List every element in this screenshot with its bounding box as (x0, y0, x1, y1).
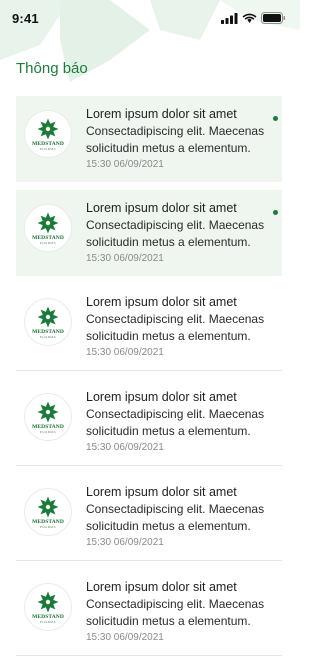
notification-title: Lorem ipsum dolor sit amet (86, 390, 237, 404)
brand-logo-avatar: MEDSTAND PHARMA (24, 298, 72, 346)
notification-item[interactable]: MEDSTAND PHARMA Lorem ipsum dolor sit am… (16, 569, 282, 656)
notification-body: Consectadipiscing elit. Maecenas solicit… (86, 312, 265, 343)
brand-sub: PHARMA (39, 619, 57, 624)
notification-item[interactable]: MEDSTAND PHARMA Lorem ipsum dolor sit am… (16, 379, 282, 466)
notification-content: Lorem ipsum dolor sit amet Consectadipis… (86, 200, 274, 266)
notification-title: Lorem ipsum dolor sit amet (86, 580, 237, 594)
notification-body: Consectadipiscing elit. Maecenas solicit… (86, 124, 265, 155)
notification-body: Consectadipiscing elit. Maecenas solicit… (86, 597, 265, 628)
notification-time: 15:30 06/09/2021 (86, 442, 164, 453)
notification-item[interactable]: MEDSTAND PHARMA Lorem ipsum dolor sit am… (16, 474, 282, 561)
brand-logo-avatar: MEDSTAND PHARMA (24, 110, 72, 158)
notification-body: Consectadipiscing elit. Maecenas solicit… (86, 218, 265, 249)
notification-title: Lorem ipsum dolor sit amet (86, 201, 237, 215)
wifi-icon (242, 13, 257, 23)
status-time: 9:41 (12, 10, 39, 26)
medstand-logo-icon (37, 591, 59, 612)
notification-body: Consectadipiscing elit. Maecenas solicit… (86, 502, 265, 533)
status-icons (221, 12, 286, 24)
notification-list[interactable]: MEDSTAND PHARMA Lorem ipsum dolor sit am… (16, 96, 282, 656)
notification-time: 15:30 06/09/2021 (86, 253, 164, 264)
notification-time: 15:30 06/09/2021 (86, 537, 164, 548)
unread-indicator-dot (273, 210, 278, 215)
notification-title: Lorem ipsum dolor sit amet (86, 485, 237, 499)
notification-item[interactable]: MEDSTAND PHARMA Lorem ipsum dolor sit am… (16, 96, 282, 182)
brand-sub: PHARMA (39, 240, 57, 245)
brand-logo-avatar: MEDSTAND PHARMA (24, 488, 72, 536)
notification-body: Consectadipiscing elit. Maecenas solicit… (86, 407, 265, 438)
brand-sub: PHARMA (39, 524, 57, 529)
status-bar: 9:41 (0, 0, 300, 36)
notification-content: Lorem ipsum dolor sit amet Consectadipis… (86, 389, 274, 455)
notification-title: Lorem ipsum dolor sit amet (86, 107, 237, 121)
brand-sub: PHARMA (39, 429, 57, 434)
notification-content: Lorem ipsum dolor sit amet Consectadipis… (86, 484, 274, 550)
notification-title: Lorem ipsum dolor sit amet (86, 295, 237, 309)
signal-icon (221, 12, 238, 24)
brand-logo-avatar: MEDSTAND PHARMA (24, 393, 72, 441)
notification-time: 15:30 06/09/2021 (86, 159, 164, 170)
brand-sub: PHARMA (39, 146, 57, 151)
medstand-logo-icon (37, 496, 59, 517)
unread-indicator-dot (273, 116, 278, 121)
notification-content: Lorem ipsum dolor sit amet Consectadipis… (86, 579, 274, 645)
notification-time: 15:30 06/09/2021 (86, 347, 164, 358)
page-title: Thông báo (16, 60, 88, 77)
brand-logo-avatar: MEDSTAND PHARMA (24, 583, 72, 631)
notification-item[interactable]: MEDSTAND PHARMA Lorem ipsum dolor sit am… (16, 190, 282, 276)
medstand-logo-icon (37, 212, 59, 233)
medstand-logo-icon (37, 306, 59, 327)
notification-time: 15:30 06/09/2021 (86, 632, 164, 643)
medstand-logo-icon (37, 118, 59, 139)
medstand-logo-icon (37, 401, 59, 422)
notification-content: Lorem ipsum dolor sit amet Consectadipis… (86, 106, 274, 172)
notification-content: Lorem ipsum dolor sit amet Consectadipis… (86, 294, 274, 360)
notification-item[interactable]: MEDSTAND PHARMA Lorem ipsum dolor sit am… (16, 284, 282, 371)
brand-logo-avatar: MEDSTAND PHARMA (24, 204, 72, 252)
battery-icon (261, 12, 286, 24)
brand-sub: PHARMA (39, 334, 57, 339)
